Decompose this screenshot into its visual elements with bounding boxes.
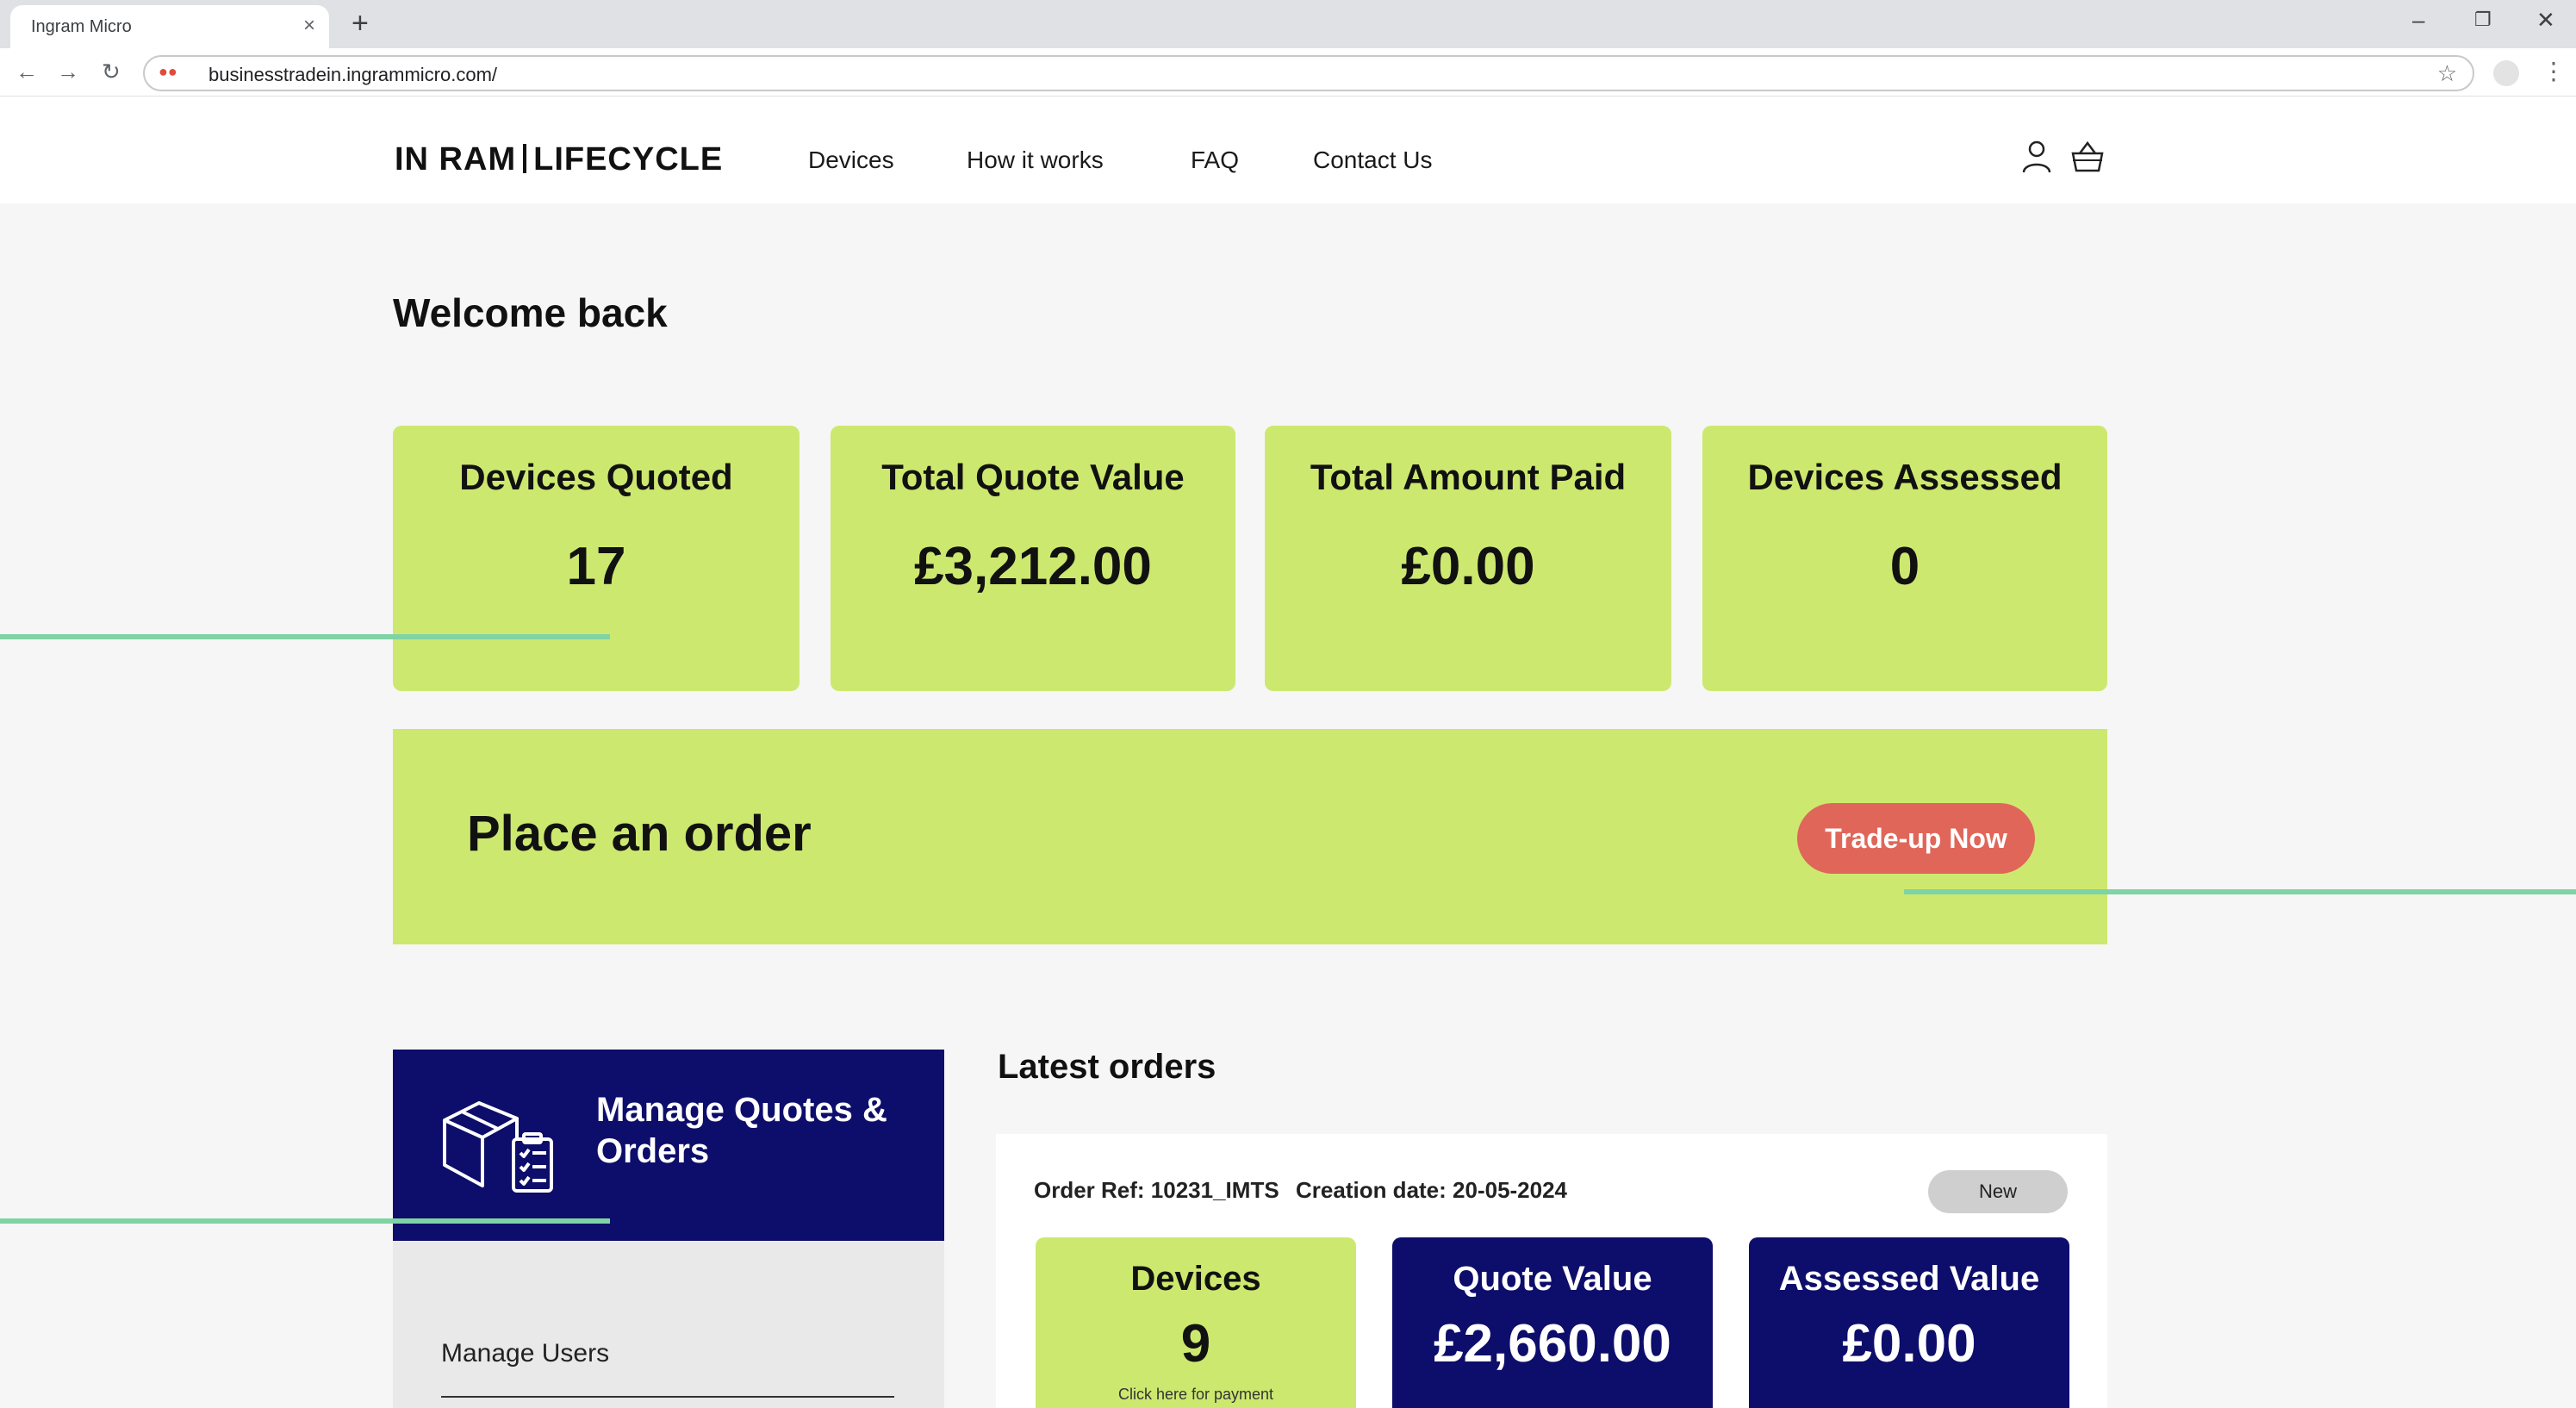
order-card-value: 9 xyxy=(1180,1314,1211,1374)
nav-devices[interactable]: Devices xyxy=(808,146,894,174)
order-assessed-value-card: Assessed Value £0.00 xyxy=(1749,1237,2069,1408)
order-quote-value-card: Quote Value £2,660.00 xyxy=(1392,1237,1713,1408)
stat-value: £0.00 xyxy=(1401,537,1535,596)
place-order-title: Place an order xyxy=(467,806,812,862)
stat-label: Devices Quoted xyxy=(459,457,733,497)
order-card-value: £2,660.00 xyxy=(1434,1314,1671,1374)
trade-up-now-button[interactable]: Trade-up Now xyxy=(1797,803,2035,874)
callout-line-tradeup xyxy=(1904,889,2576,894)
bookmark-star-icon[interactable]: ☆ xyxy=(2437,60,2457,87)
stat-value: 0 xyxy=(1889,537,1920,596)
order-panel: Order Ref: 10231_IMTS Creation date: 20-… xyxy=(996,1134,2107,1408)
box-clipboard-icon xyxy=(438,1086,558,1202)
stat-value: £3,212.00 xyxy=(914,537,1152,596)
stat-card-total-amount-paid: Total Amount Paid £0.00 xyxy=(1265,426,1671,691)
basket-icon[interactable] xyxy=(2069,140,2106,178)
forward-icon[interactable]: → xyxy=(57,59,79,85)
reload-icon[interactable]: ↻ xyxy=(102,59,121,85)
minimize-icon[interactable]: – xyxy=(2412,7,2424,34)
payment-hint[interactable]: Click here for payment xyxy=(1036,1386,1356,1404)
order-ref: Order Ref: 10231_IMTS xyxy=(1034,1177,1279,1203)
callout-line-stats xyxy=(0,634,610,639)
logo-ingram: IN RAM xyxy=(395,141,517,178)
logo-lifecycle: LIFECYCLE xyxy=(533,141,724,178)
user-icon[interactable] xyxy=(2021,140,2052,178)
order-card-label: Assessed Value xyxy=(1778,1260,2040,1298)
new-tab-button[interactable]: + xyxy=(352,7,369,40)
order-card-value: £0.00 xyxy=(1842,1314,1976,1374)
nav-faq[interactable]: FAQ xyxy=(1191,146,1239,174)
stat-card-devices-assessed: Devices Assessed 0 xyxy=(1702,426,2107,691)
stat-label: Devices Assessed xyxy=(1747,457,2063,497)
nav-how-it-works[interactable]: How it works xyxy=(967,146,1104,174)
welcome-heading: Welcome back xyxy=(393,290,668,335)
ingram-lifecycle-logo[interactable]: IN RAM LIFECYCLE xyxy=(395,141,723,178)
place-order-banner: Place an order Trade-up Now xyxy=(393,729,2107,944)
latest-orders-heading: Latest orders xyxy=(998,1048,1216,1086)
tab-close-icon[interactable]: × xyxy=(303,14,315,38)
restore-icon[interactable]: ❐ xyxy=(2474,9,2492,31)
stat-label: Total Quote Value xyxy=(881,457,1185,497)
site-header: IN RAM LIFECYCLE Devices How it works FAQ… xyxy=(0,97,2576,203)
manage-users-link[interactable]: Manage Users xyxy=(441,1339,609,1368)
browser-toolbar: ← → ↻ ●● businesstradein.ingrammicro.com… xyxy=(0,48,2576,97)
site-info-icon[interactable]: ●● xyxy=(159,63,177,81)
browser-menu-icon[interactable]: ⋮ xyxy=(2542,57,2566,85)
tab-title: Ingram Micro xyxy=(31,17,132,36)
manage-quotes-orders-title: Manage Quotes & Orders xyxy=(596,1091,887,1170)
stat-card-devices-quoted: Devices Quoted 17 xyxy=(393,426,800,691)
manage-menu: Manage Users xyxy=(393,1241,944,1408)
order-devices-card[interactable]: Devices 9 Click here for payment xyxy=(1036,1237,1356,1408)
order-card-label: Devices xyxy=(1130,1260,1261,1298)
nav-contact-us[interactable]: Contact Us xyxy=(1313,146,1433,174)
url-text: businesstradein.ingrammicro.com/ xyxy=(208,64,498,85)
profile-avatar[interactable] xyxy=(2493,60,2519,86)
menu-divider xyxy=(441,1396,894,1398)
browser-tab[interactable]: Ingram Micro × xyxy=(10,5,329,48)
stat-label: Total Amount Paid xyxy=(1310,457,1627,497)
order-card-label: Quote Value xyxy=(1453,1260,1652,1298)
back-icon[interactable]: ← xyxy=(16,59,38,85)
callout-line-manage xyxy=(0,1218,610,1224)
address-bar[interactable]: ●● businesstradein.ingrammicro.com/ ☆ xyxy=(143,55,2474,91)
close-window-icon[interactable]: ✕ xyxy=(2536,7,2555,34)
stat-card-total-quote-value: Total Quote Value £3,212.00 xyxy=(831,426,1235,691)
order-creation-date: Creation date: 20-05-2024 xyxy=(1296,1177,1568,1203)
status-badge: New xyxy=(1928,1170,2068,1213)
manage-quotes-orders-card[interactable]: Manage Quotes & Orders xyxy=(393,1050,944,1241)
stat-value: 17 xyxy=(566,537,626,596)
browser-tabstrip: Ingram Micro × + – ❐ ✕ xyxy=(0,0,2576,48)
